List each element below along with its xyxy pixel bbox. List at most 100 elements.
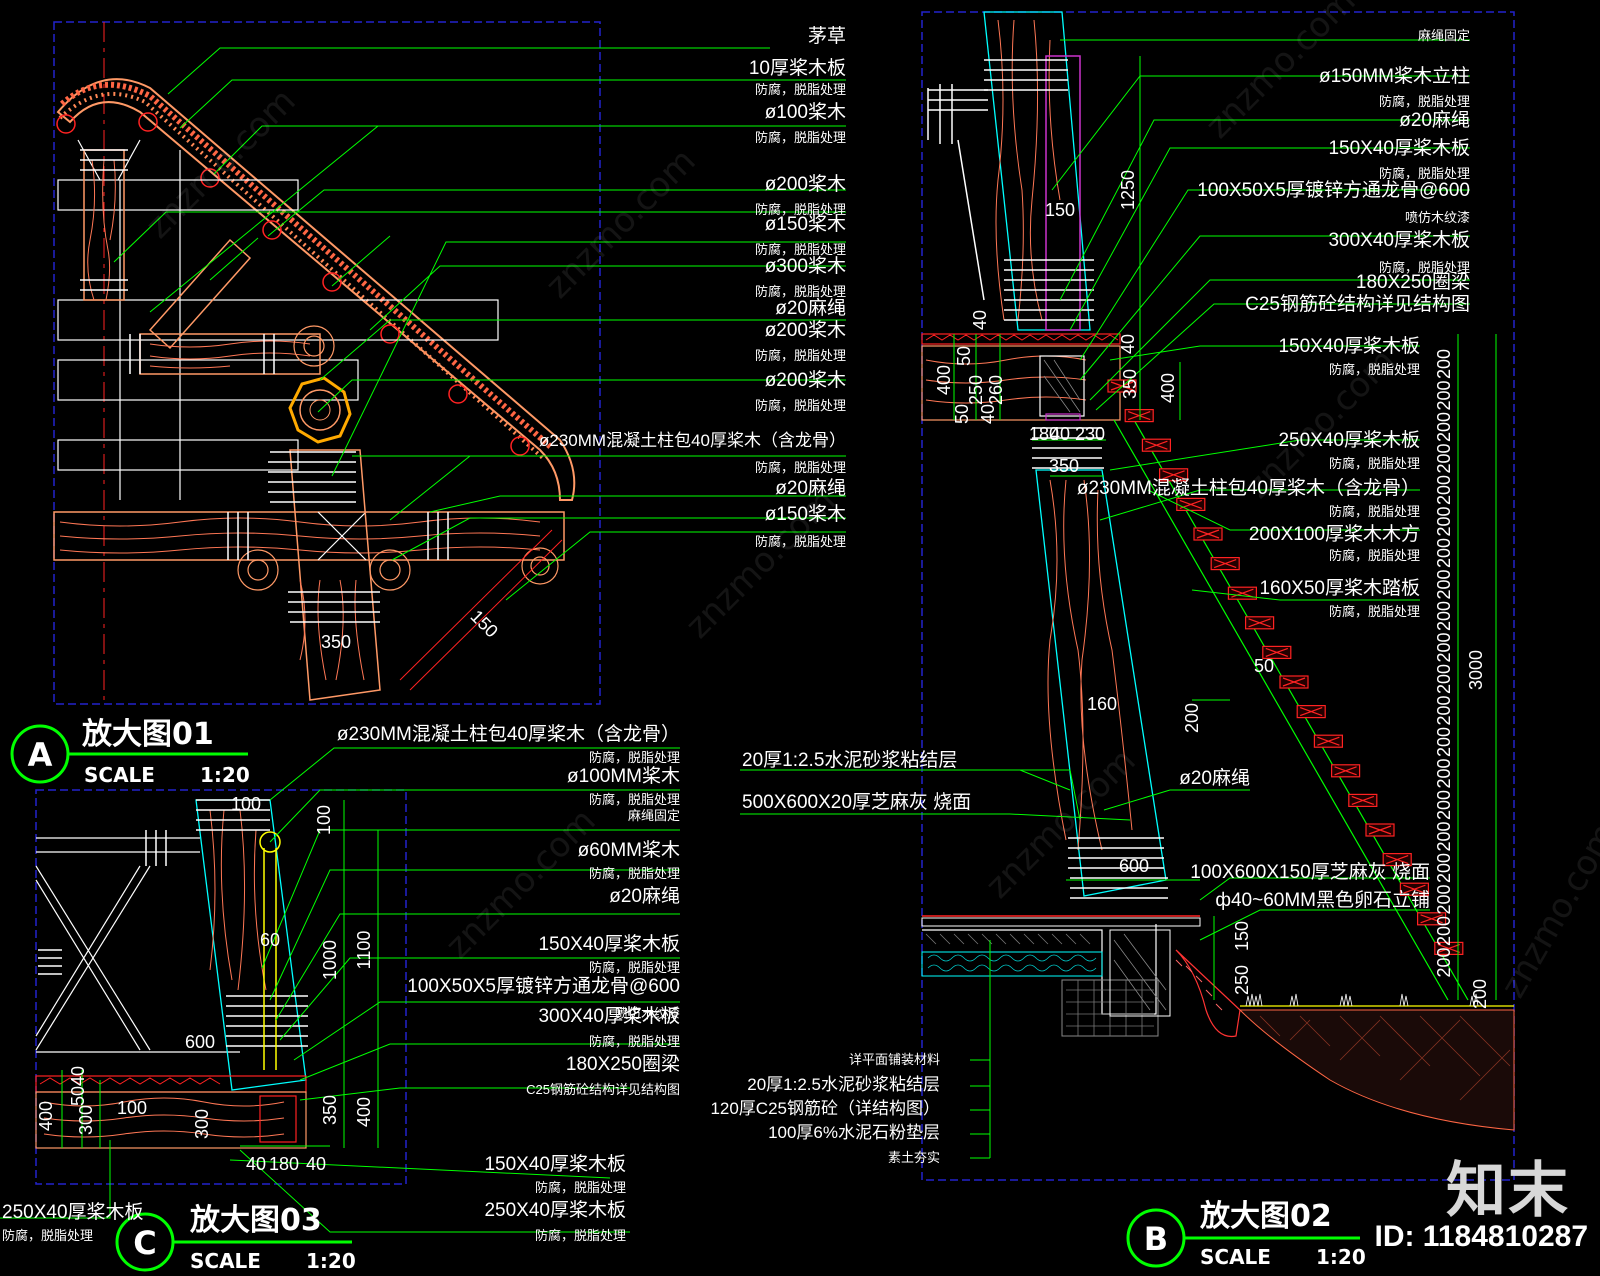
detail-b-label: C25钢筋砼结构详见结构图 — [1245, 293, 1470, 315]
detail-c-label: ø60MM桨木 — [578, 839, 680, 861]
detail-a-label: 防腐，脱脂处理 — [755, 82, 846, 97]
detail-a-label: 防腐，脱脂处理 — [755, 398, 846, 413]
stair-dim-text: 200 — [1434, 632, 1454, 662]
detail-b-label: ф40~60MM黑色卵石立铺 — [1215, 889, 1430, 911]
detail-b-label: ø20麻绳 — [1179, 767, 1250, 789]
detail-c-label: ø230MM混凝土柱包40厚桨木（含龙骨） — [337, 723, 680, 745]
detail-b-label: ø20麻绳 — [1399, 109, 1470, 131]
dim-text: 200 — [1470, 979, 1490, 1009]
title-a: 放大图01 — [81, 717, 214, 752]
detail-b-label: 防腐，脱脂处理 — [1329, 604, 1420, 619]
detail-b-bottom-label: 20厚1:2.5水泥砂浆粘结层 — [747, 1075, 940, 1094]
dim-text: 100 — [117, 1098, 147, 1118]
scale-value-a: 1:20 — [200, 763, 250, 787]
stair-dim-text: 200 — [1434, 853, 1454, 883]
detail-b-left-label: 500X600X20厚芝麻灰 烧面 — [742, 791, 971, 813]
watermark-text: znzmo.com — [678, 481, 843, 646]
detail-a-drawing — [53, 21, 601, 705]
detail-c-label: 150X40厚桨木板 — [484, 1153, 626, 1175]
detail-a-label: ø200桨木 — [765, 369, 846, 391]
dim-text: 160 — [1087, 694, 1117, 714]
dim-text: 150 — [467, 606, 502, 641]
detail-c-label: 防腐，脱脂处理 — [589, 866, 680, 881]
detail-b-label: 防腐，脱脂处理 — [1379, 166, 1470, 181]
detail-c-label: ø20麻绳 — [609, 885, 680, 907]
dim-text: 1100 — [354, 931, 374, 970]
watermark-text: znzmo.com — [978, 741, 1143, 906]
dim-text: 100 — [314, 805, 334, 835]
detail-a-label: 防腐，脱脂处理 — [755, 284, 846, 299]
detail-b-label: 200X100厚桨木木方 — [1249, 523, 1420, 545]
stair-dim-text: 200 — [1434, 443, 1454, 473]
detail-c-label: 防腐，脱脂处理 — [589, 750, 680, 765]
detail-c-label: 250X40厚桨木板 — [484, 1199, 626, 1221]
dim-text: 400 — [934, 365, 954, 395]
stair-dim-text: 200 — [1434, 506, 1454, 536]
scale-value-b: 1:20 — [1316, 1245, 1366, 1269]
detail-a-label: ø300桨木 — [765, 255, 846, 277]
detail-b-label: 喷仿木纹漆 — [1405, 210, 1470, 225]
dim-text: 50 — [68, 1086, 88, 1106]
detail-b-label: 180X250圈梁 — [1356, 271, 1470, 293]
detail-c-label: 防腐，脱脂处理 — [589, 1034, 680, 1049]
detail-c-label: 300X40厚桨木板 — [538, 1005, 680, 1027]
dim-text: 300 — [76, 1105, 96, 1135]
title-letter-a: A — [28, 736, 53, 774]
cad-drawing: 茅草10厚桨木板防腐，脱脂处理ø100桨木防腐，脱脂处理ø200桨木防腐，脱脂处… — [0, 0, 1600, 1273]
dim-text: 40 — [306, 1154, 326, 1174]
detail-a-label: ø230MM混凝土柱包40厚桨木（含龙骨） — [539, 431, 846, 450]
detail-b-labels: 麻绳固定ø150MM桨木立柱防腐，脱脂处理ø20麻绳150X40厚桨木板防腐，脱… — [710, 28, 1470, 1165]
scale-value-c: 1:20 — [306, 1249, 356, 1273]
detail-c-left-label: 250X40厚桨木板 — [2, 1201, 144, 1223]
dim-text: 400 — [36, 1101, 56, 1131]
detail-a-label: ø200桨木 — [765, 319, 846, 341]
dim-text: 230 — [1075, 424, 1105, 444]
detail-a-label: 防腐，脱脂处理 — [755, 242, 846, 257]
detail-c-label: 麻绳固定 — [628, 808, 680, 823]
detail-b-label: 150X40厚桨木板 — [1278, 335, 1420, 357]
detail-c-label: 150X40厚桨木板 — [538, 933, 680, 955]
dim-text: 40 — [246, 1154, 266, 1174]
dim-text: 3000 — [1466, 650, 1486, 690]
stair-dim-text: 200 — [1434, 884, 1454, 914]
stair-dim-text: 200 — [1434, 601, 1454, 631]
title-letter-c: C — [133, 1224, 156, 1262]
stair-dim-text: 200 — [1434, 947, 1454, 977]
detail-b-label: 防腐，脱脂处理 — [1329, 504, 1420, 519]
watermark-text: znzmo.com — [1493, 816, 1600, 1004]
dim-text: 600 — [1119, 856, 1149, 876]
dim-text: 350 — [321, 632, 351, 652]
detail-c-label: 180X250圈梁 — [566, 1053, 680, 1075]
title-b: 放大图02 — [1199, 1199, 1332, 1234]
detail-b-label: 防腐，脱脂处理 — [1379, 94, 1470, 109]
detail-a-label: 防腐，脱脂处理 — [755, 460, 846, 475]
dim-text: 350 — [1120, 369, 1140, 399]
dim-text: 300 — [192, 1109, 212, 1139]
dim-text: 40 — [68, 1066, 88, 1086]
detail-c-label: 防腐，脱脂处理 — [535, 1180, 626, 1195]
detail-b-label: 300X40厚桨木板 — [1328, 229, 1470, 251]
stair-dim-text: 200 — [1434, 412, 1454, 442]
detail-b-bottom-label: 详平面铺装材料 — [849, 1052, 940, 1067]
stair-dim-text: 200 — [1434, 821, 1454, 851]
image-id: ID: 1184810287 — [1374, 1220, 1588, 1253]
detail-b-label: 麻绳固定 — [1418, 28, 1470, 43]
dim-text: 60 — [260, 930, 280, 950]
detail-b-label: 100X50X5厚镀锌方通龙骨@600 — [1197, 179, 1470, 201]
stair-dim-text: 200 — [1434, 916, 1454, 946]
detail-b-bottom-label: 120厚C25钢筋砼（详结构图） — [710, 1099, 940, 1118]
detail-c-label: C25钢筋砼结构详见结构图 — [526, 1082, 680, 1097]
brand-logo: 知末 — [1446, 1156, 1570, 1226]
dim-text: 250 — [1232, 965, 1252, 995]
detail-b-bottom-label: 100厚6%水泥石粉垫层 — [768, 1123, 940, 1142]
stair-dim-text: 200 — [1434, 727, 1454, 757]
detail-a-label: 茅草 — [808, 25, 846, 47]
dim-text: 180 — [269, 1154, 299, 1174]
detail-c-label: 防腐，脱脂处理 — [535, 1228, 626, 1243]
dim-text: 200 — [1182, 703, 1202, 733]
detail-a-label: 防腐，脱脂处理 — [755, 348, 846, 363]
stair-dim-text: 200 — [1434, 349, 1454, 379]
dim-text: 250 — [966, 375, 986, 405]
detail-a-label: ø200桨木 — [765, 173, 846, 195]
detail-a-label: ø20麻绳 — [775, 297, 846, 319]
